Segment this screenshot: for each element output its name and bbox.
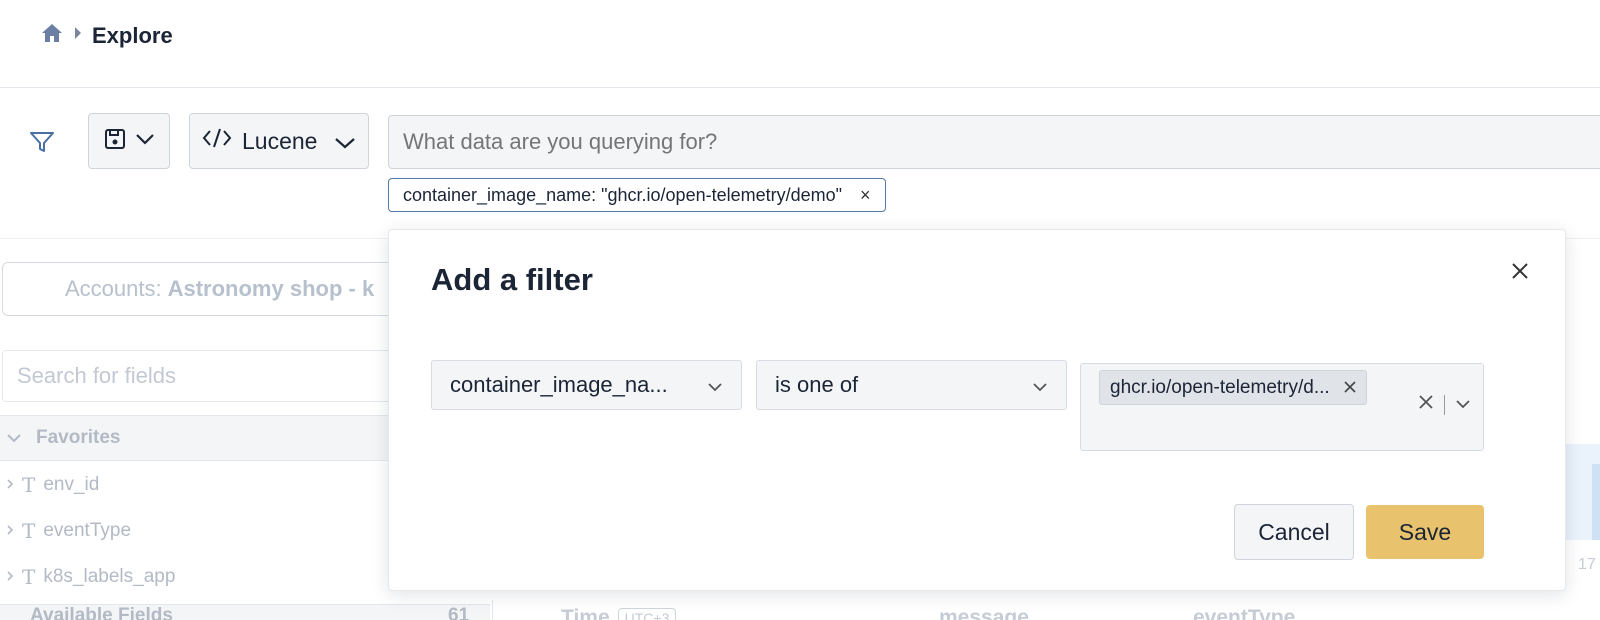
chevron-down-icon — [334, 128, 356, 155]
active-filter-pill[interactable]: container_image_name: "ghcr.io/open-tele… — [388, 178, 886, 212]
chevron-down-icon — [707, 372, 723, 398]
field-name: eventType — [43, 520, 132, 541]
timezone-badge: UTC+3 — [617, 608, 677, 620]
home-icon[interactable] — [40, 22, 64, 49]
multiselect-controls — [1418, 394, 1471, 415]
operator-select[interactable]: is one of — [756, 360, 1067, 410]
clear-all-icon[interactable] — [1418, 394, 1434, 415]
field-select[interactable]: container_image_na... — [431, 360, 742, 410]
column-eventtype[interactable]: eventType — [1193, 606, 1295, 620]
cancel-button[interactable]: Cancel — [1234, 504, 1354, 560]
filter-icon[interactable] — [28, 128, 56, 156]
query-language-label: Lucene — [242, 127, 318, 154]
selected-value-tag: ghcr.io/open-telemetry/d... — [1099, 370, 1367, 405]
chevron-right-icon — [6, 566, 14, 588]
value-multiselect[interactable]: ghcr.io/open-telemetry/d... — [1080, 363, 1484, 451]
chevron-down-icon — [135, 132, 155, 150]
selected-value-label: ghcr.io/open-telemetry/d... — [1110, 376, 1330, 398]
remove-tag-icon[interactable] — [1344, 377, 1356, 399]
field-name: k8s_labels_app — [43, 566, 176, 587]
chevron-right-icon — [74, 26, 82, 45]
account-prefix: Accounts: — [65, 276, 162, 301]
available-fields-header[interactable]: Available Fields 61 — [0, 604, 490, 620]
operator-select-value: is one of — [775, 372, 859, 397]
dialog-title: Add a filter — [431, 262, 593, 297]
chevron-down-icon — [1032, 372, 1048, 398]
save-button[interactable]: Save — [1366, 505, 1484, 559]
field-select-value: container_image_na... — [450, 372, 668, 397]
field-search-placeholder: Search for fields — [17, 363, 176, 388]
chart-tick-label: 17 — [1578, 556, 1596, 573]
text-type-icon: T — [22, 519, 36, 543]
divider — [1444, 394, 1445, 415]
close-icon[interactable] — [1505, 256, 1535, 286]
text-type-icon: T — [22, 565, 36, 589]
favorites-label: Favorites — [36, 427, 121, 448]
floppy-disk-icon — [103, 127, 127, 156]
saved-queries-button[interactable] — [88, 113, 170, 169]
chevron-down-icon[interactable] — [1455, 396, 1471, 414]
top-bar: Explore — [0, 0, 1600, 88]
results-table-header: Time UTC+3 message eventType — [492, 600, 1600, 620]
active-filter-label: container_image_name: "ghcr.io/open-tele… — [403, 184, 843, 205]
histogram-bar — [1592, 464, 1600, 540]
query-language-select[interactable]: Lucene — [189, 113, 369, 169]
available-fields-label: Available Fields — [30, 605, 173, 620]
breadcrumb: Explore — [40, 22, 173, 49]
column-message[interactable]: message — [939, 606, 1029, 620]
add-filter-dialog: Add a filter container_image_na... is on… — [388, 229, 1566, 591]
query-input[interactable] — [388, 115, 1600, 169]
text-type-icon: T — [22, 473, 36, 497]
page-title: Explore — [92, 22, 173, 48]
chevron-right-icon — [6, 520, 14, 542]
available-fields-count: 61 — [448, 605, 470, 620]
chevron-right-icon — [6, 474, 14, 496]
column-time[interactable]: Time UTC+3 — [561, 606, 677, 620]
account-name: Astronomy shop - k — [167, 276, 375, 301]
field-name: env_id — [43, 474, 100, 495]
remove-filter-icon[interactable]: × — [860, 185, 871, 206]
code-icon — [202, 126, 232, 156]
chevron-down-icon — [6, 427, 22, 449]
